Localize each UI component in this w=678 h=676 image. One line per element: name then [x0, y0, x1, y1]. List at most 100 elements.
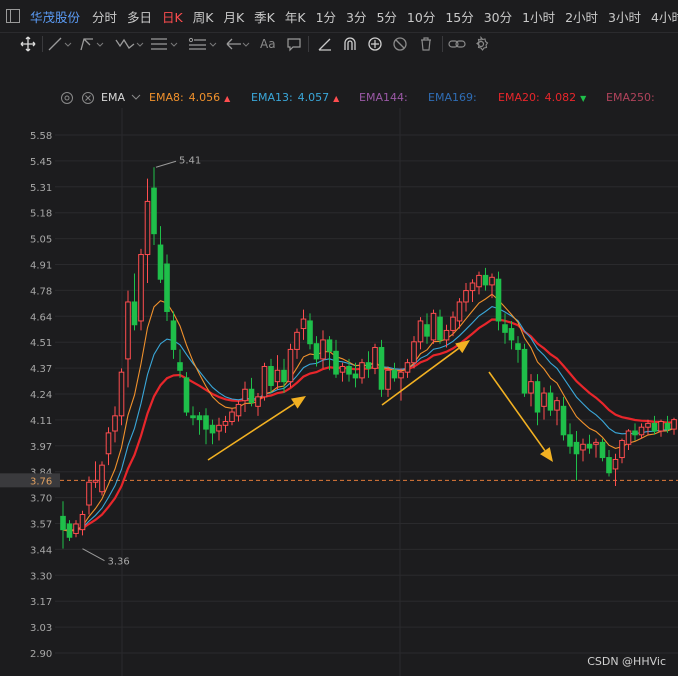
candle[interactable] — [489, 273, 495, 299]
candle[interactable] — [404, 358, 411, 378]
candle[interactable] — [580, 438, 586, 462]
candle[interactable] — [313, 336, 320, 367]
candle[interactable] — [333, 339, 339, 378]
candle[interactable] — [60, 501, 66, 549]
candle[interactable] — [632, 423, 638, 441]
candle[interactable] — [196, 412, 203, 435]
candle-body — [495, 278, 502, 322]
candle[interactable] — [586, 434, 593, 454]
candle[interactable] — [346, 358, 352, 382]
candle[interactable] — [183, 372, 190, 416]
candle[interactable] — [235, 400, 242, 422]
candle[interactable] — [99, 461, 105, 496]
candle[interactable] — [385, 366, 391, 397]
candle[interactable] — [372, 343, 378, 375]
candle[interactable] — [320, 330, 326, 369]
candle-body — [567, 434, 573, 447]
candle[interactable] — [469, 279, 476, 302]
candle-body — [118, 371, 125, 417]
candle[interactable] — [105, 427, 112, 466]
candle[interactable] — [508, 320, 515, 350]
candle[interactable] — [476, 271, 482, 295]
candle[interactable] — [391, 362, 398, 382]
candle[interactable] — [255, 393, 261, 416]
candle[interactable] — [671, 417, 677, 435]
y-tick-label: 4.91 — [30, 261, 52, 272]
candle[interactable] — [560, 396, 567, 441]
candle[interactable] — [541, 387, 547, 420]
candle[interactable] — [177, 349, 183, 378]
candle[interactable] — [365, 351, 372, 378]
candle[interactable] — [307, 313, 313, 350]
candle[interactable] — [612, 453, 619, 487]
candle[interactable] — [456, 298, 463, 329]
candle[interactable] — [118, 368, 125, 426]
candle[interactable] — [281, 358, 287, 394]
candle[interactable] — [625, 429, 632, 450]
candle[interactable] — [157, 226, 164, 283]
candle[interactable] — [573, 431, 580, 481]
candle[interactable] — [593, 438, 599, 458]
candle[interactable] — [229, 408, 235, 426]
candle[interactable] — [495, 271, 502, 331]
candle[interactable] — [339, 362, 346, 382]
candle[interactable] — [144, 178, 151, 283]
candle[interactable] — [170, 311, 177, 359]
candle[interactable] — [534, 374, 541, 426]
candle[interactable] — [209, 419, 216, 445]
candle[interactable] — [515, 336, 521, 363]
candlestick-chart[interactable]: 5.58 5.45 5.31 5.18 5.05 4.91 4.78 4.64 4.51 4.37… — [0, 0, 678, 676]
candle[interactable] — [86, 476, 92, 515]
candle[interactable] — [300, 309, 307, 340]
candle[interactable] — [248, 377, 255, 407]
candle[interactable] — [502, 313, 508, 344]
candle[interactable] — [79, 510, 86, 536]
candle[interactable] — [242, 381, 248, 413]
candle[interactable] — [138, 248, 144, 331]
candle[interactable] — [424, 313, 430, 344]
candle[interactable] — [352, 362, 359, 388]
candle[interactable] — [521, 343, 528, 397]
y-tick-label: 3.97 — [30, 442, 52, 453]
candle[interactable] — [359, 358, 365, 384]
candle[interactable] — [638, 423, 645, 439]
candle[interactable] — [164, 254, 170, 321]
candle[interactable] — [274, 355, 281, 390]
candle[interactable] — [567, 423, 573, 454]
candle[interactable] — [190, 406, 196, 426]
candle[interactable] — [528, 374, 534, 407]
candle[interactable] — [216, 417, 222, 441]
candle-body — [586, 443, 593, 449]
candle[interactable] — [398, 368, 404, 401]
candle[interactable] — [125, 290, 131, 388]
candle[interactable] — [547, 385, 554, 416]
candle[interactable] — [437, 309, 443, 344]
candle-body — [157, 244, 164, 280]
candle[interactable] — [658, 419, 664, 437]
candle[interactable] — [463, 283, 469, 312]
candle[interactable] — [430, 309, 437, 344]
candle[interactable] — [222, 415, 229, 433]
candle[interactable] — [287, 343, 294, 388]
candle-body — [294, 331, 300, 350]
candle[interactable] — [619, 438, 625, 464]
candle[interactable] — [261, 362, 268, 401]
y-tick-label: 5.18 — [30, 209, 52, 220]
candle-body — [398, 371, 404, 379]
candle[interactable] — [268, 358, 274, 394]
candle[interactable] — [92, 461, 99, 488]
candle[interactable] — [203, 408, 209, 445]
candle[interactable] — [131, 273, 138, 331]
candle[interactable] — [482, 267, 489, 291]
candle[interactable] — [378, 339, 385, 397]
candle[interactable] — [294, 328, 300, 359]
candle[interactable] — [599, 438, 606, 462]
candle[interactable] — [151, 167, 157, 246]
candle-body — [378, 347, 385, 390]
candle[interactable] — [651, 415, 658, 435]
candle[interactable] — [606, 449, 612, 477]
candle[interactable] — [73, 520, 79, 538]
candle[interactable] — [112, 406, 118, 443]
candle[interactable] — [554, 396, 560, 426]
candle[interactable] — [417, 317, 424, 350]
